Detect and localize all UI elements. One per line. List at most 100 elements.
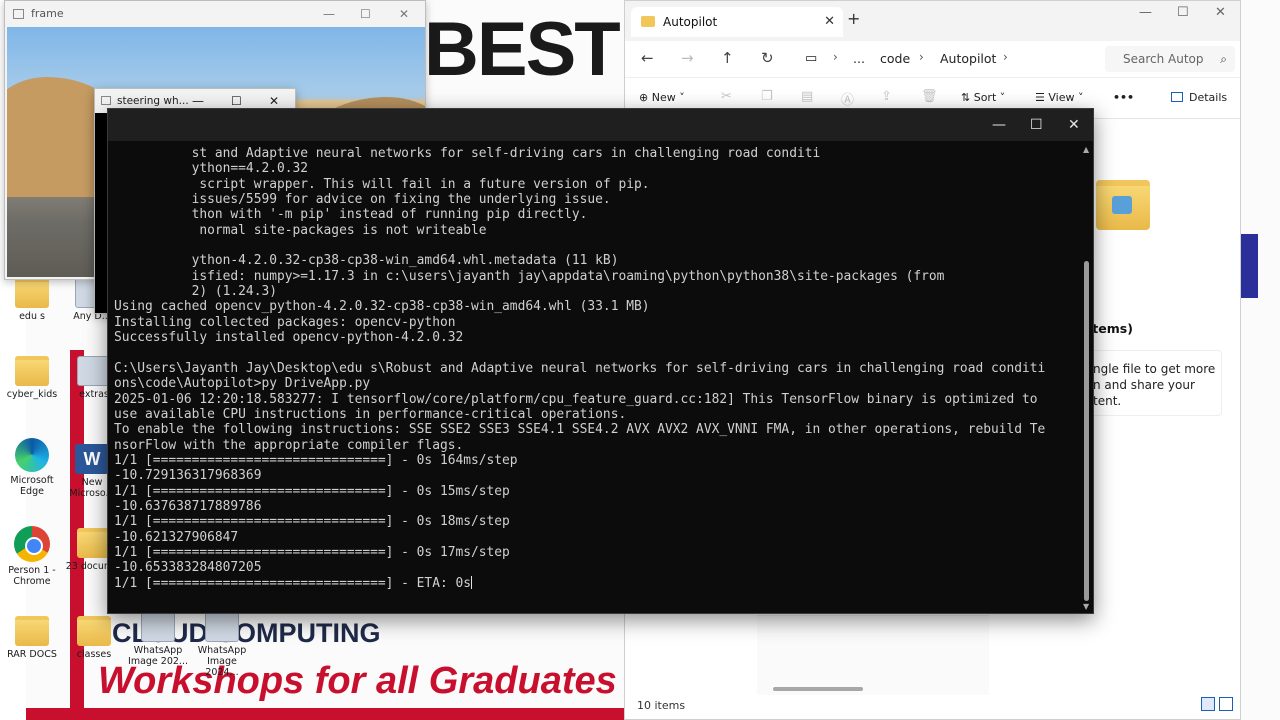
- terminal-line: thon with '-m pip' instead of running pi…: [114, 207, 588, 223]
- folder-icon: [641, 16, 655, 27]
- word-icon: W: [75, 444, 109, 474]
- folder-icon: [77, 528, 111, 558]
- terminal-line: -10.653383284807205: [114, 560, 262, 576]
- close-button[interactable]: ✕: [1215, 5, 1226, 20]
- view-button[interactable]: ☰ View ˅: [1035, 91, 1083, 104]
- details-view-icon[interactable]: [1201, 697, 1215, 711]
- breadcrumb-autopilot[interactable]: Autopilot: [940, 51, 996, 66]
- sort-button[interactable]: ⇅ Sort ˅: [961, 91, 1005, 104]
- delete-icon[interactable]: 🗑: [921, 89, 938, 104]
- terminal-line: C:\Users\Jayanth Jay\Desktop\edu s\Robus…: [114, 360, 1046, 376]
- folder-icon: [15, 278, 49, 308]
- terminal-title-bar[interactable]: — ☐ ✕: [108, 109, 1093, 141]
- chevron-right-icon: ›: [1003, 50, 1008, 64]
- desktop-icon-rar-docs[interactable]: RAR DOCS: [2, 616, 62, 660]
- frame-title-bar[interactable]: frame — ☐ ✕: [5, 1, 425, 27]
- minimize-button[interactable]: —: [323, 1, 335, 27]
- terminal-line: use available CPU instructions in perfor…: [114, 406, 627, 422]
- desktop-icon-edge[interactable]: Microsoft Edge: [2, 438, 62, 497]
- sort-label: Sort: [973, 91, 997, 104]
- tab-autopilot[interactable]: Autopilot ✕: [631, 7, 843, 37]
- desktop-icon-label: cyber_kids: [6, 389, 58, 400]
- forward-button[interactable]: →: [681, 49, 694, 67]
- desktop-icon-label: Person 1 - Chrome: [8, 565, 56, 587]
- scroll-down-icon[interactable]: ▼: [1083, 602, 1089, 611]
- close-button[interactable]: ✕: [399, 1, 409, 27]
- minimize-button[interactable]: —: [1139, 5, 1152, 20]
- edge-icon: [15, 438, 49, 472]
- banner-blue-bar: [1240, 234, 1258, 298]
- search-input[interactable]: Search Autop ⌕: [1105, 46, 1235, 72]
- terminal-line: ons\code\Autopilot>py DriveApp.py: [114, 376, 371, 392]
- text-cursor: [471, 575, 472, 589]
- terminal-output[interactable]: st and Adaptive neural networks for self…: [114, 146, 1076, 610]
- maximize-button[interactable]: ☐: [1177, 5, 1189, 20]
- scrollbar-thumb[interactable]: [1084, 261, 1089, 601]
- terminal-line: 1/1 [==============================] - 0…: [114, 452, 518, 468]
- chrome-icon: [14, 526, 50, 562]
- paste-icon[interactable]: ▤: [801, 89, 813, 104]
- monitor-icon[interactable]: ▭: [805, 51, 817, 66]
- new-tab-button[interactable]: +: [847, 9, 860, 28]
- desktop-icon-chrome[interactable]: Person 1 - Chrome: [2, 526, 62, 587]
- tiles-view-icon[interactable]: [1219, 697, 1233, 711]
- new-button[interactable]: ⊕ New ˅: [639, 91, 685, 104]
- breadcrumb-more[interactable]: ...: [853, 51, 865, 66]
- tab-label: Autopilot: [663, 15, 718, 29]
- minimize-button[interactable]: —: [992, 109, 1006, 141]
- desktop-icon-cyber-kids[interactable]: cyber_kids: [2, 356, 62, 400]
- horizontal-scrollbar[interactable]: [773, 687, 863, 691]
- frame-title: frame: [31, 7, 64, 20]
- terminal-line: st and Adaptive neural networks for self…: [114, 146, 821, 161]
- file-list-area[interactable]: [757, 615, 989, 695]
- banner-red-bottom: [26, 708, 626, 720]
- terminal-line: To enable the following instructions: SS…: [114, 422, 1046, 438]
- terminal-line: ython==4.2.0.32: [114, 161, 309, 177]
- share-icon[interactable]: ⇪: [881, 89, 892, 104]
- terminal-line: Successfully installed opencv-python-4.2…: [114, 330, 464, 346]
- more-options-button[interactable]: •••: [1113, 91, 1134, 104]
- rename-icon[interactable]: Ⓐ: [841, 89, 854, 108]
- search-icon: ⌕: [1220, 52, 1227, 66]
- steering-title: steering wh...: [117, 95, 189, 107]
- breadcrumb-code[interactable]: code: [880, 51, 910, 66]
- details-pane-icon: [1171, 92, 1183, 102]
- terminal-line: 1/1 [==============================] - 0…: [114, 483, 510, 499]
- up-button[interactable]: ↑: [721, 49, 734, 67]
- details-hint-line: n and share your: [1093, 378, 1195, 392]
- details-heading: items): [1088, 321, 1133, 336]
- view-toggle: [1201, 697, 1237, 716]
- details-hint-line: ngle file to get more: [1093, 362, 1216, 376]
- details-hint-line: tent.: [1093, 394, 1122, 408]
- terminal-window: — ☐ ✕ st and Adaptive neural networks fo…: [107, 108, 1094, 614]
- desktop-icon-whatsapp-image-1[interactable]: WhatsApp Image 202...: [128, 612, 188, 667]
- refresh-button[interactable]: ↻: [761, 49, 774, 67]
- folder-icon: [15, 616, 49, 646]
- details-label: Details: [1189, 91, 1228, 104]
- desktop-icon-label: WhatsApp Image 2024...: [197, 645, 247, 678]
- close-button[interactable]: ✕: [1068, 109, 1080, 141]
- copy-icon[interactable]: ❐: [761, 89, 773, 104]
- cut-icon[interactable]: ✂: [721, 89, 732, 104]
- terminal-scrollbar[interactable]: ▲ ▼: [1083, 145, 1091, 611]
- desktop-icon-whatsapp-image-2[interactable]: WhatsApp Image 2024...: [192, 612, 252, 678]
- maximize-button[interactable]: ☐: [1030, 109, 1043, 141]
- desktop-icon-classes[interactable]: classes: [64, 616, 124, 660]
- terminal-line: ython-4.2.0.32-cp38-cp38-win_amd64.whl.m…: [114, 253, 619, 269]
- folder-icon: [15, 356, 49, 386]
- terminal-line: 2025-01-06 12:20:18.583277: I tensorflow…: [114, 391, 1038, 407]
- maximize-button[interactable]: ☐: [360, 1, 371, 27]
- window-icon: [13, 9, 24, 19]
- scroll-up-icon[interactable]: ▲: [1083, 145, 1089, 154]
- address-bar: ← → ↑ ↻ ▭ › ... code › Autopilot › Searc…: [625, 41, 1240, 77]
- close-tab-icon[interactable]: ✕: [824, 7, 835, 37]
- terminal-line: 1/1 [==============================] - 0…: [114, 514, 510, 530]
- details-button[interactable]: Details: [1171, 91, 1227, 104]
- back-button[interactable]: ←: [641, 49, 654, 67]
- image-icon: [141, 612, 175, 642]
- desktop-icon-label: classes: [76, 649, 112, 660]
- explorer-tab-bar: Autopilot ✕ + — ☐ ✕: [625, 1, 1240, 41]
- desktop-icon-edu-s[interactable]: edu s: [2, 278, 62, 322]
- terminal-line: 1/1 [==============================] - E…: [114, 575, 472, 591]
